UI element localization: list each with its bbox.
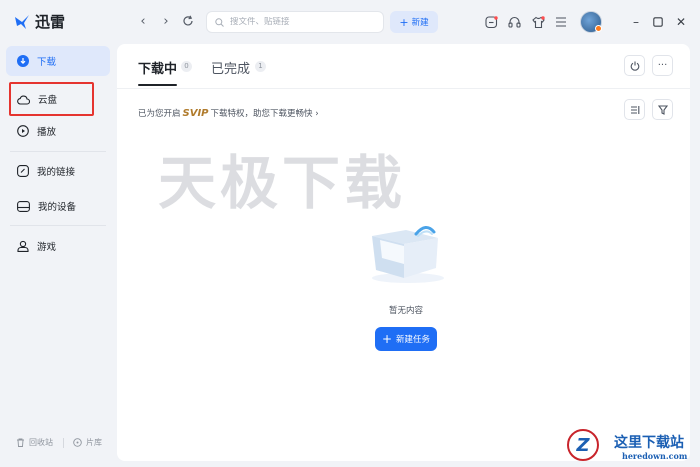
user-icon [17,240,29,252]
headset-button[interactable] [506,14,522,30]
promo-prefix: 已为您开启 [138,109,181,119]
svip-promo[interactable]: 已为您开启 SVIP 下载特权，助您下载更畅快 › [138,107,319,120]
forward-button[interactable]: › [159,15,173,29]
tab-downloading[interactable]: 下载中 [138,58,177,77]
highlight-box [9,82,94,116]
tab-count-badge: 0 [181,61,192,72]
sidebar-divider [10,151,106,152]
new-task-label: 新建任务 [396,335,431,345]
search-box[interactable] [206,11,384,33]
filter-button[interactable] [652,99,673,120]
tab-completed[interactable]: 已完成 [211,58,250,77]
search-input[interactable] [230,17,370,27]
site-logo-letter: Z [576,434,590,456]
svip-badge: SVIP [182,107,209,119]
footer-divider [63,438,64,448]
shirt-icon [531,15,545,28]
vip-badge [595,25,602,32]
refresh-icon [183,15,193,26]
app-logo: 迅雷 [14,11,65,32]
sidebar-item-play[interactable]: 播放 [6,116,110,146]
tab-count-badge: 1 [255,61,266,72]
power-icon [630,61,639,71]
back-button[interactable]: ‹ [136,15,150,29]
filter-icon [657,104,668,115]
thunder-bird-icon [15,14,29,29]
maximize-button[interactable] [651,15,665,29]
message-button[interactable] [483,14,499,30]
device-icon [17,200,30,212]
close-icon: ✕ [675,15,687,29]
promo-suffix: 下载特权，助您下载更畅快 › [210,109,319,119]
plus-icon: + [381,332,393,346]
tab-label: 已完成 [211,62,251,77]
more-button[interactable]: ··· [652,55,673,76]
sidebar-item-my-devices[interactable]: 我的设备 [6,191,110,221]
plus-icon: + [399,15,409,29]
sidebar-item-download[interactable]: 下载 [6,46,110,76]
power-button[interactable] [624,55,645,76]
new-task-button[interactable]: + 新建任务 [375,327,437,351]
minimize-icon: – [633,15,639,29]
sort-icon [630,105,639,114]
sidebar-item-my-links[interactable]: 我的链接 [6,156,110,186]
menu-icon [556,17,566,27]
active-tab-indicator [138,84,177,86]
sidebar-item-label: 下载 [37,57,57,68]
site-name: 这里下载站 [614,435,684,451]
site-url: heredown.com [622,451,688,461]
recycle-bin-link[interactable]: 回收站 [16,437,53,448]
sidebar-divider [10,225,106,226]
trash-icon [17,438,24,447]
minimize-button[interactable]: – [629,15,643,29]
sidebar-item-label: 播放 [37,127,57,138]
sidebar-item-label: 游戏 [37,242,57,253]
more-icon: ··· [657,59,668,71]
tab-divider [117,88,690,89]
refresh-button[interactable] [181,15,195,29]
library-label: 片库 [86,438,102,447]
headset-icon [507,16,521,28]
new-button[interactable]: + 新建 [390,11,438,33]
site-logo: Z [567,429,599,461]
play-icon [17,125,29,137]
link-icon [17,165,29,177]
watermark-text: 天极下载 [158,149,407,217]
search-icon [215,17,224,27]
chevron-left-icon: ‹ [140,14,146,29]
menu-button[interactable] [553,14,569,30]
sidebar-item-games[interactable]: 游戏 [6,231,110,261]
message-icon [484,15,498,28]
sidebar-item-label: 我的设备 [38,202,77,213]
chevron-right-icon: › [163,14,169,29]
download-icon [17,55,29,67]
close-button[interactable]: ✕ [674,15,688,29]
sort-button[interactable] [624,99,645,120]
film-icon [73,438,82,447]
empty-box-icon [372,226,444,283]
tab-label: 下载中 [138,62,178,77]
library-link[interactable]: 片库 [73,437,102,448]
sidebar-item-label: 我的链接 [37,167,76,178]
skin-button[interactable] [530,14,546,30]
app-name: 迅雷 [35,13,66,31]
empty-state-text: 暂无内容 [388,306,423,316]
new-button-label: 新建 [411,18,429,28]
recycle-bin-label: 回收站 [29,438,53,447]
maximize-icon [653,17,663,27]
